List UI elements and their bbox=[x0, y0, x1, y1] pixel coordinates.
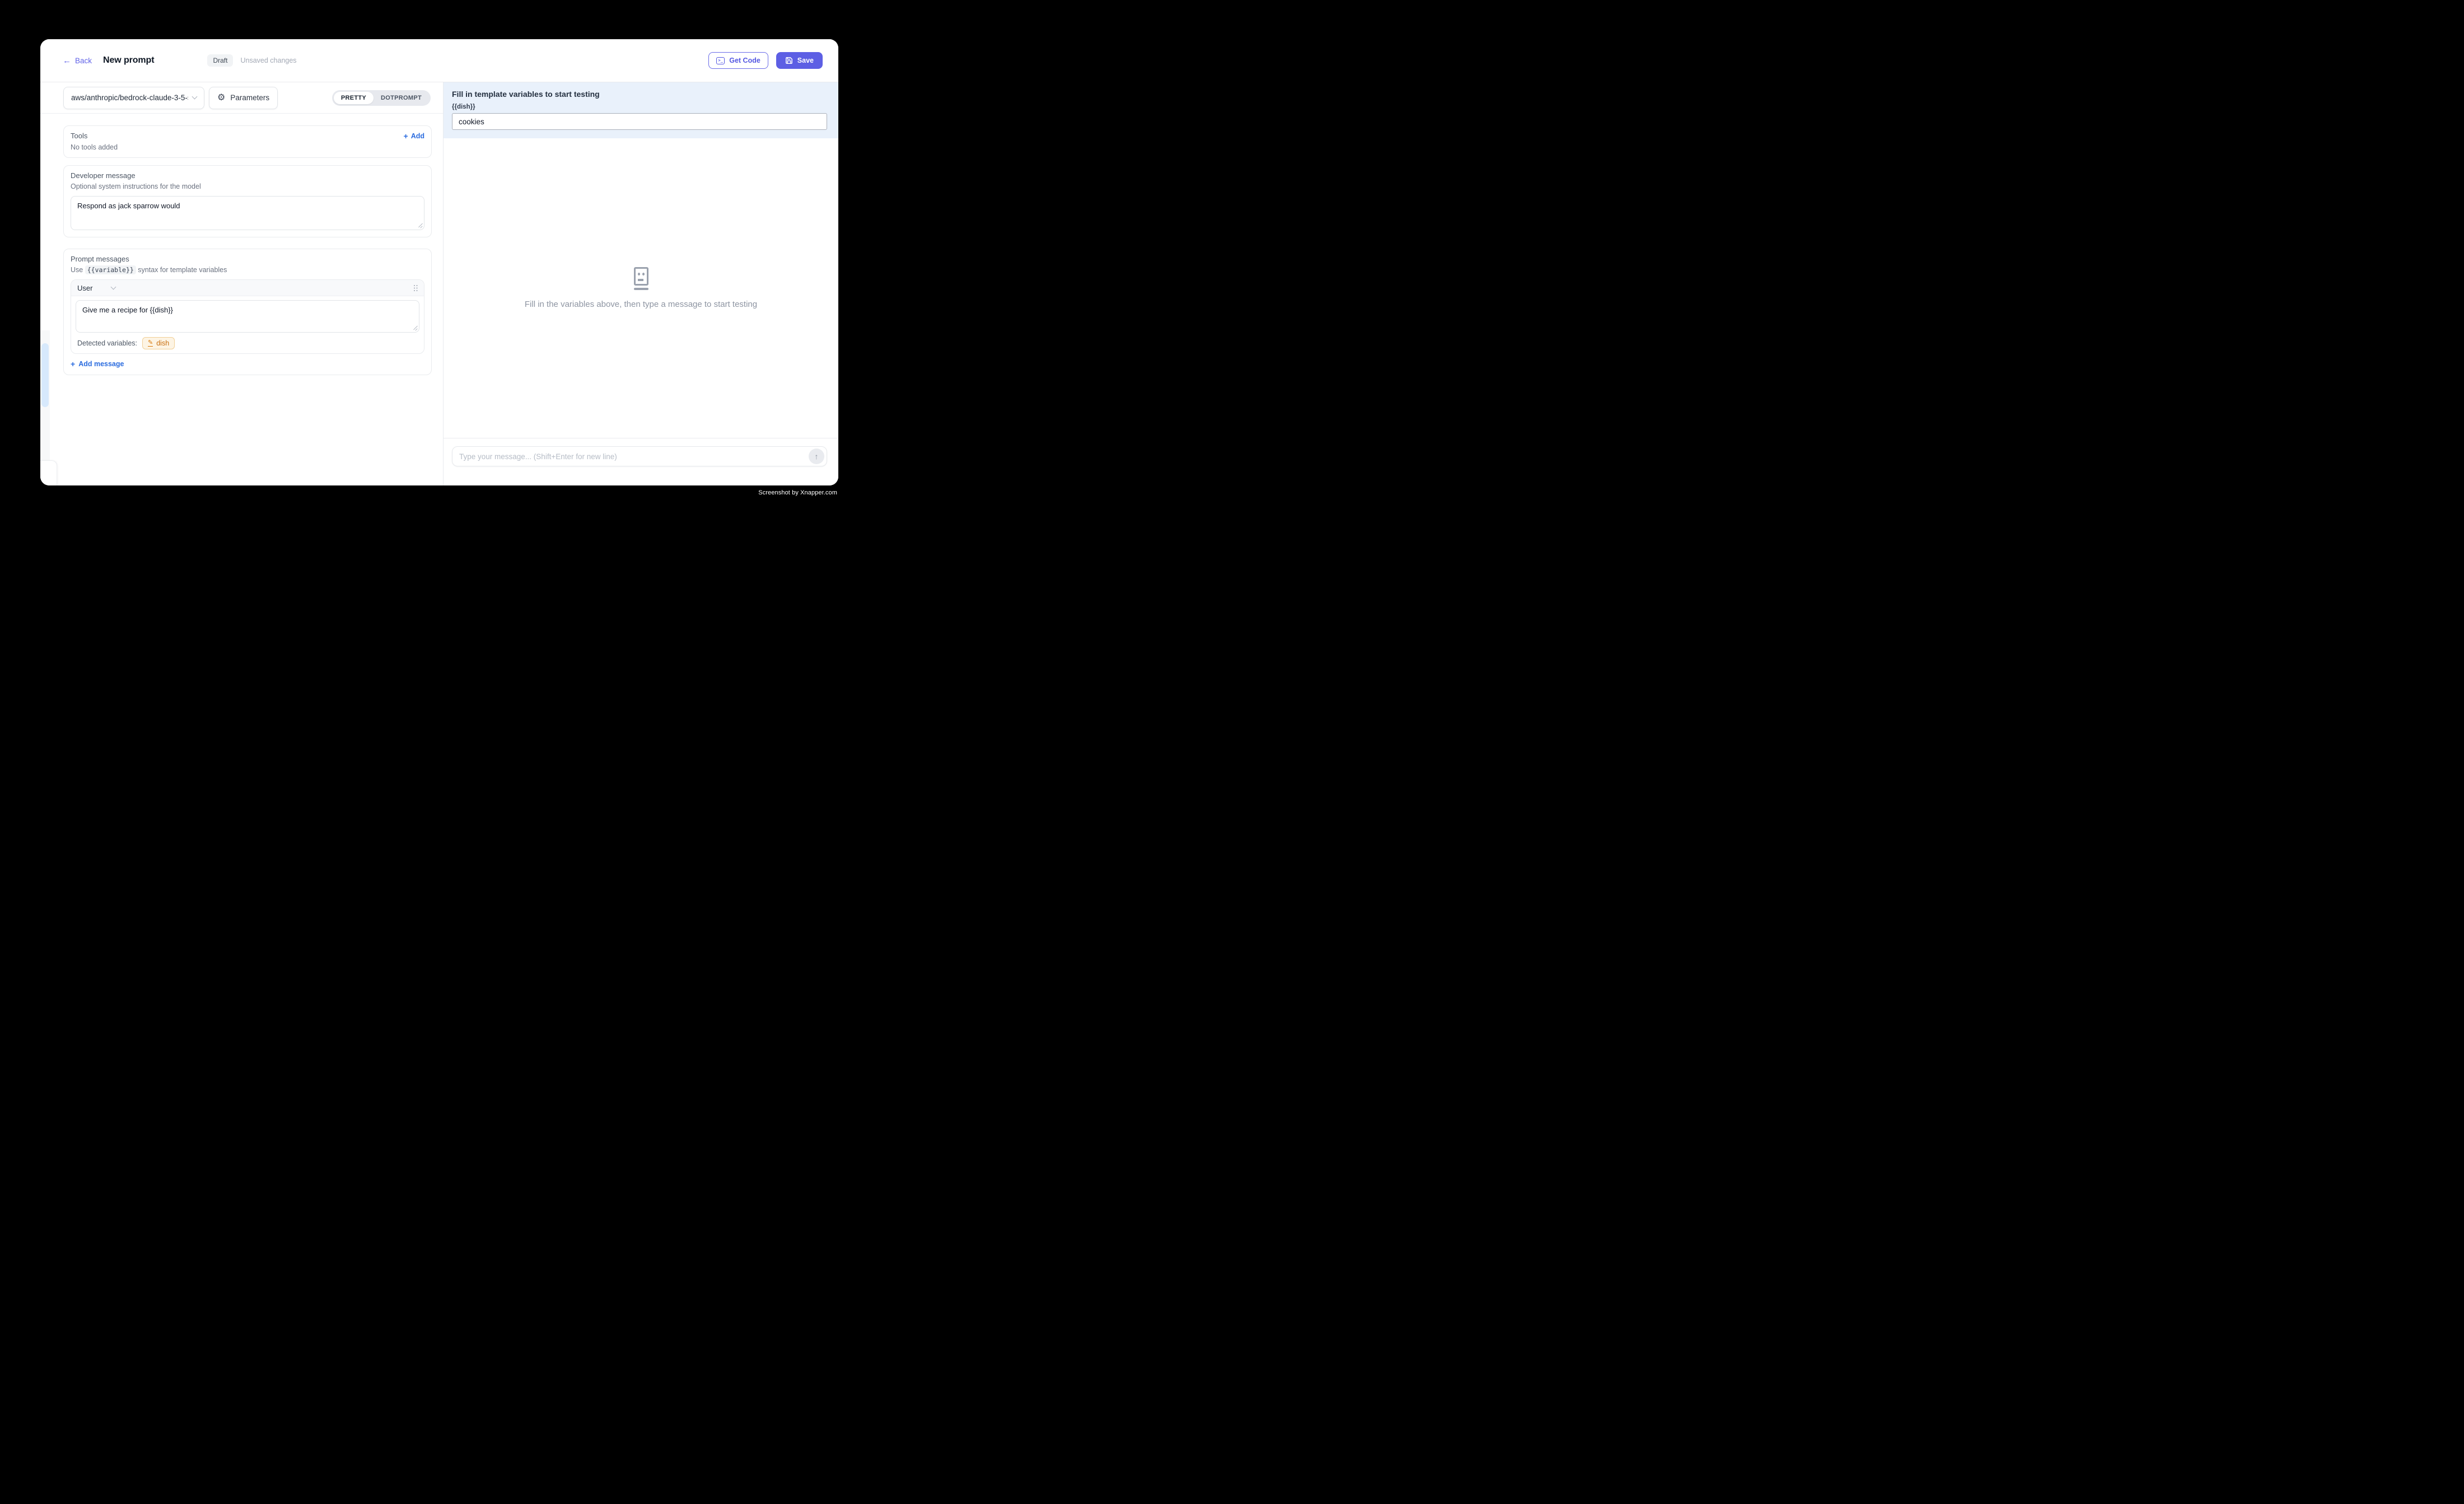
chat-input[interactable]: Type your message... (Shift+Enter for ne… bbox=[452, 446, 827, 466]
drag-handle-icon[interactable] bbox=[414, 285, 418, 291]
pencil-icon: ✎ bbox=[148, 340, 153, 347]
variable-value-input[interactable] bbox=[452, 113, 827, 130]
resize-handle-icon[interactable] bbox=[412, 325, 418, 331]
variable-key-label: {{dish}} bbox=[452, 104, 827, 110]
tools-card: Tools + Add No tools added bbox=[63, 125, 432, 158]
message-input[interactable]: Give me a recipe for {{dish}} bbox=[76, 300, 419, 333]
message-body: Give me a recipe for {{dish}} Detected v… bbox=[71, 296, 424, 353]
message-block: User Give me a recipe for {{dish}} Detec… bbox=[71, 279, 424, 354]
sidebar-active-item[interactable] bbox=[41, 343, 49, 407]
chat-empty-area: Fill in the variables above, then type a… bbox=[444, 138, 838, 438]
developer-message-title: Developer message bbox=[71, 171, 424, 180]
plus-icon: + bbox=[71, 360, 75, 368]
parameters-label: Parameters bbox=[230, 94, 269, 102]
get-code-button[interactable]: >_ Get Code bbox=[708, 52, 768, 69]
arrow-up-icon: ↑ bbox=[815, 452, 819, 460]
add-message-button[interactable]: + Add message bbox=[71, 360, 124, 368]
page-title: New prompt bbox=[103, 55, 154, 66]
template-variables-title: Fill in template variables to start test… bbox=[452, 90, 827, 99]
app-window: ← Back New prompt Draft Unsaved changes … bbox=[40, 39, 838, 485]
status-badge: Draft bbox=[207, 54, 233, 67]
header-actions: >_ Get Code Save bbox=[708, 52, 823, 69]
robot-base bbox=[634, 288, 648, 290]
variable-syntax-chip: {{variable}} bbox=[85, 265, 136, 274]
tools-empty-text: No tools added bbox=[71, 143, 424, 152]
parameters-button[interactable]: ⚙ Parameters bbox=[209, 87, 278, 109]
subtitle-suffix: syntax for template variables bbox=[136, 266, 227, 274]
robot-icon bbox=[633, 267, 650, 290]
save-button[interactable]: Save bbox=[776, 52, 823, 69]
prompt-messages-subtitle: Use {{variable}} syntax for template var… bbox=[71, 266, 424, 274]
get-code-label: Get Code bbox=[729, 57, 760, 64]
developer-message-field-wrap: Respond as jack sparrow would bbox=[71, 196, 424, 230]
add-message-label: Add message bbox=[78, 360, 124, 368]
robot-head bbox=[634, 267, 648, 286]
robot-eye bbox=[638, 273, 640, 275]
variable-badge-label: dish bbox=[156, 339, 169, 347]
gear-icon: ⚙ bbox=[217, 94, 225, 102]
prompt-messages-title: Prompt messages bbox=[71, 255, 424, 263]
watermark-text: Screenshot by Xnapper.com bbox=[758, 489, 837, 496]
model-selector[interactable]: aws/anthropic/bedrock-claude-3-5-s... bbox=[63, 87, 204, 109]
empty-state-text: Fill in the variables above, then type a… bbox=[525, 300, 757, 309]
robot-mouth bbox=[638, 279, 643, 281]
variable-badge-dish[interactable]: ✎ dish bbox=[142, 337, 175, 349]
chevron-down-icon[interactable] bbox=[111, 284, 116, 289]
message-role-select[interactable]: User bbox=[77, 284, 92, 292]
developer-message-subtitle: Optional system instructions for the mod… bbox=[71, 183, 424, 191]
editor-content: Tools + Add No tools added Developer mes… bbox=[40, 114, 443, 485]
test-panel: Fill in template variables to start test… bbox=[444, 82, 838, 485]
subtitle-prefix: Use bbox=[71, 266, 85, 274]
header: ← Back New prompt Draft Unsaved changes … bbox=[40, 39, 838, 82]
tools-header: Tools + Add bbox=[71, 132, 424, 140]
prompt-messages-card: Prompt messages Use {{variable}} syntax … bbox=[63, 249, 432, 375]
send-button[interactable]: ↑ bbox=[809, 449, 824, 464]
toggle-dotprompt[interactable]: DOTPROMPT bbox=[374, 92, 429, 104]
developer-message-input[interactable]: Respond as jack sparrow would bbox=[71, 196, 424, 230]
robot-eye bbox=[642, 273, 645, 275]
chevron-down-icon bbox=[192, 94, 198, 100]
developer-message-card: Developer message Optional system instru… bbox=[63, 165, 432, 237]
editor-toolbar: aws/anthropic/bedrock-claude-3-5-s... ⚙ … bbox=[40, 82, 443, 114]
save-label: Save bbox=[797, 57, 814, 64]
plus-icon: + bbox=[404, 132, 408, 140]
add-tool-button[interactable]: + Add bbox=[404, 132, 425, 140]
detected-variables-label: Detected variables: bbox=[77, 339, 137, 347]
toggle-pretty[interactable]: PRETTY bbox=[334, 92, 374, 104]
tools-title: Tools bbox=[71, 132, 87, 140]
chat-input-bar: Type your message... (Shift+Enter for ne… bbox=[444, 438, 838, 485]
detected-variables-row: Detected variables: ✎ dish bbox=[76, 337, 419, 349]
unsaved-changes-text: Unsaved changes bbox=[240, 57, 296, 64]
chat-input-placeholder: Type your message... (Shift+Enter for ne… bbox=[459, 452, 809, 461]
resize-handle-icon[interactable] bbox=[417, 223, 423, 228]
body: aws/anthropic/bedrock-claude-3-5-s... ⚙ … bbox=[40, 82, 838, 485]
prompt-editor-panel: aws/anthropic/bedrock-claude-3-5-s... ⚙ … bbox=[40, 82, 444, 485]
message-field-wrap: Give me a recipe for {{dish}} bbox=[76, 300, 419, 333]
add-tool-label: Add bbox=[411, 132, 424, 140]
template-variables-section: Fill in template variables to start test… bbox=[444, 82, 838, 138]
back-button[interactable]: ← Back bbox=[63, 57, 92, 65]
save-icon bbox=[785, 57, 793, 64]
sidebar-corner-box bbox=[40, 460, 57, 485]
terminal-icon: >_ bbox=[716, 57, 725, 64]
model-selector-value: aws/anthropic/bedrock-claude-3-5-s... bbox=[71, 94, 188, 102]
drag-dot bbox=[414, 285, 415, 286]
message-header: User bbox=[71, 280, 424, 296]
back-label: Back bbox=[75, 57, 92, 65]
back-arrow-icon: ← bbox=[63, 57, 71, 65]
view-mode-toggle: PRETTY DOTPROMPT bbox=[332, 90, 431, 106]
